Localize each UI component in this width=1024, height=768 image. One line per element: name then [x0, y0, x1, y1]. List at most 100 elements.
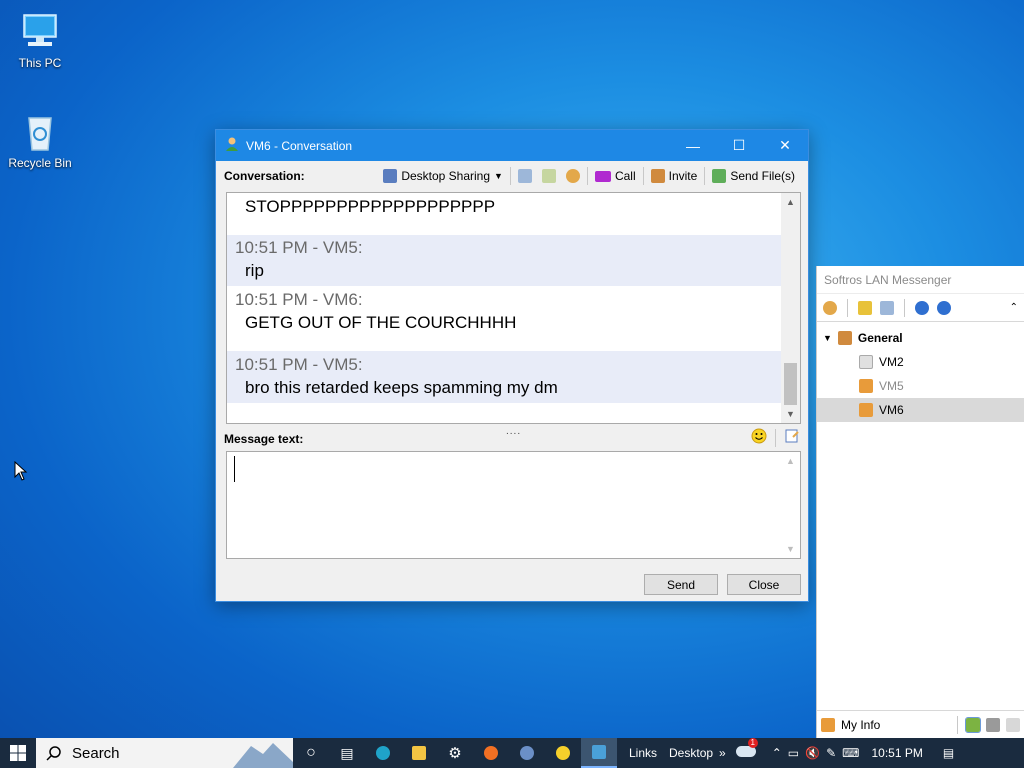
conversation-history[interactable]: STOPPPPPPPPPPPPPPPPPPP 10:51 PM - VM5: r…	[226, 192, 801, 424]
collapse-icon[interactable]: ⌃	[1010, 302, 1018, 313]
maximize-button[interactable]: ☐	[716, 130, 762, 161]
desktop-icon-recycle-bin[interactable]: Recycle Bin	[2, 110, 78, 170]
gear-icon[interactable]	[823, 300, 837, 315]
gear-icon	[565, 169, 580, 183]
send-files-button[interactable]: Send File(s)	[707, 165, 800, 187]
messenger-icon	[592, 745, 606, 759]
title-bar[interactable]: VM6 - Conversation — ☐ ✕	[216, 130, 808, 161]
task-view-button[interactable]: ○	[293, 738, 329, 768]
mouse-cursor-icon	[14, 461, 28, 481]
onedrive-button[interactable]: 1	[735, 738, 758, 760]
emoticon-icon[interactable]	[751, 428, 767, 447]
scroll-up-arrow-icon[interactable]: ▲	[781, 452, 800, 470]
control-panel-button[interactable]	[509, 738, 545, 768]
chevron-down-icon: ▼	[494, 171, 503, 181]
close-button[interactable]: Close	[727, 574, 801, 595]
chevron-right-icon[interactable]: »	[719, 746, 726, 760]
contact-vm2[interactable]: VM2	[817, 350, 1024, 374]
message-scrollbar[interactable]: ▲ ▼	[781, 452, 800, 558]
splitter-handle[interactable]: ....	[506, 426, 521, 437]
search-icon	[46, 746, 61, 761]
scroll-down-arrow-icon[interactable]: ▼	[781, 405, 800, 423]
task-view-button[interactable]: ▤	[329, 738, 365, 768]
contact-vm6[interactable]: VM6	[817, 398, 1024, 422]
history-button[interactable]	[513, 165, 537, 187]
my-info-icon	[821, 717, 835, 732]
settings-button[interactable]	[561, 165, 585, 187]
firefox-button[interactable]	[473, 738, 509, 768]
chat-app-button[interactable]	[545, 738, 581, 768]
edge-button[interactable]	[365, 738, 401, 768]
message: 10:51 PM - VM6: GETG OUT OF THE COURCHHH…	[227, 286, 781, 351]
folder-icon[interactable]	[858, 300, 872, 315]
message-header: 10:51 PM - VM5:	[235, 355, 363, 374]
minimize-button[interactable]: —	[670, 130, 716, 161]
volume-muted-icon[interactable]: 🔇	[805, 746, 820, 760]
desktop-toolbar[interactable]: Desktop	[669, 746, 713, 760]
toolbar-divider	[957, 715, 958, 734]
call-label: Call	[614, 169, 636, 183]
contact-vm5[interactable]: VM5	[817, 374, 1024, 398]
conversation-window: VM6 - Conversation — ☐ ✕ Conversation: D…	[215, 129, 809, 602]
message-input[interactable]: ▲ ▼	[226, 451, 801, 559]
save-conversation-button[interactable]	[537, 165, 561, 187]
action-center-icon[interactable]: ▤	[943, 746, 954, 760]
conversation-scrollbar[interactable]: ▲ ▼	[781, 193, 800, 423]
monitor-icon	[383, 169, 398, 183]
group-general[interactable]: ▼ General	[817, 326, 1024, 350]
links-toolbar[interactable]: Links	[629, 746, 657, 760]
keyboard-icon[interactable]: ⌨	[842, 746, 859, 760]
send-button[interactable]: Send	[644, 574, 718, 595]
firefox-icon	[484, 746, 498, 760]
gear-icon: ⚙	[448, 745, 462, 762]
desktop-icon-this-pc[interactable]: This PC	[2, 10, 78, 70]
taskbar: Search ○ ▤ ⚙ Links Desktop » 1 ⌃ ▭ 🔇 ✎ ⌨…	[0, 738, 1024, 768]
users-icon	[837, 331, 852, 345]
invite-button[interactable]: Invite	[646, 165, 703, 187]
network-icon[interactable]: ▭	[788, 746, 799, 760]
toolbar-divider	[904, 298, 905, 317]
desktop-sharing-button[interactable]: Desktop Sharing ▼	[378, 165, 508, 187]
history-icon[interactable]	[880, 300, 894, 315]
format-text-icon[interactable]	[784, 428, 800, 447]
status-away-icon[interactable]	[986, 717, 1000, 732]
window-title: VM6 - Conversation	[246, 138, 353, 153]
clock[interactable]: 10:51 PM	[871, 746, 922, 760]
user-icon	[224, 136, 240, 155]
file-explorer-button[interactable]	[401, 738, 437, 768]
contact-name: VM6	[879, 403, 904, 417]
chevron-down-icon: ▼	[823, 333, 832, 343]
call-button[interactable]: Call	[590, 165, 641, 187]
task-view-icon: ▤	[340, 744, 354, 761]
start-button[interactable]	[0, 738, 36, 768]
save-icon	[541, 169, 556, 183]
scroll-up-arrow-icon[interactable]: ▲	[781, 193, 800, 211]
softros-messenger-button[interactable]	[581, 738, 617, 768]
message-header: 10:51 PM - VM6:	[235, 290, 363, 309]
chevron-up-icon[interactable]: ⌃	[772, 746, 782, 760]
help-icon[interactable]	[915, 300, 929, 315]
pen-icon[interactable]: ✎	[826, 746, 836, 760]
toolbar-divider	[509, 167, 511, 185]
desktop-icon-label: This PC	[18, 56, 62, 70]
search-box[interactable]: Search	[36, 738, 293, 768]
send-file-icon	[712, 169, 727, 183]
offline-user-icon	[859, 355, 873, 369]
message-header: 10:51 PM - VM5:	[235, 238, 363, 257]
scroll-down-arrow-icon[interactable]: ▼	[781, 540, 800, 558]
status-offline-icon[interactable]	[1006, 717, 1020, 732]
scrollbar-thumb[interactable]	[784, 363, 797, 405]
info-icon[interactable]	[937, 300, 951, 315]
toolbar-divider	[586, 167, 588, 185]
toolbar-divider	[642, 167, 644, 185]
system-tray: Links Desktop » 1 ⌃ ▭ 🔇 ✎ ⌨ 10:51 PM ▤	[629, 738, 954, 760]
my-info-button[interactable]: My Info	[841, 718, 949, 732]
settings-app-button[interactable]: ⚙	[437, 738, 473, 768]
message-text-label: Message text:	[224, 432, 304, 446]
search-placeholder: Search	[72, 744, 120, 762]
message-text: GETG OUT OF THE COURCHHHH	[245, 313, 517, 332]
windows-icon	[10, 745, 26, 761]
messenger-status-bar: My Info	[817, 710, 1024, 738]
close-window-button[interactable]: ✕	[762, 130, 808, 161]
status-online-icon[interactable]	[965, 716, 981, 733]
